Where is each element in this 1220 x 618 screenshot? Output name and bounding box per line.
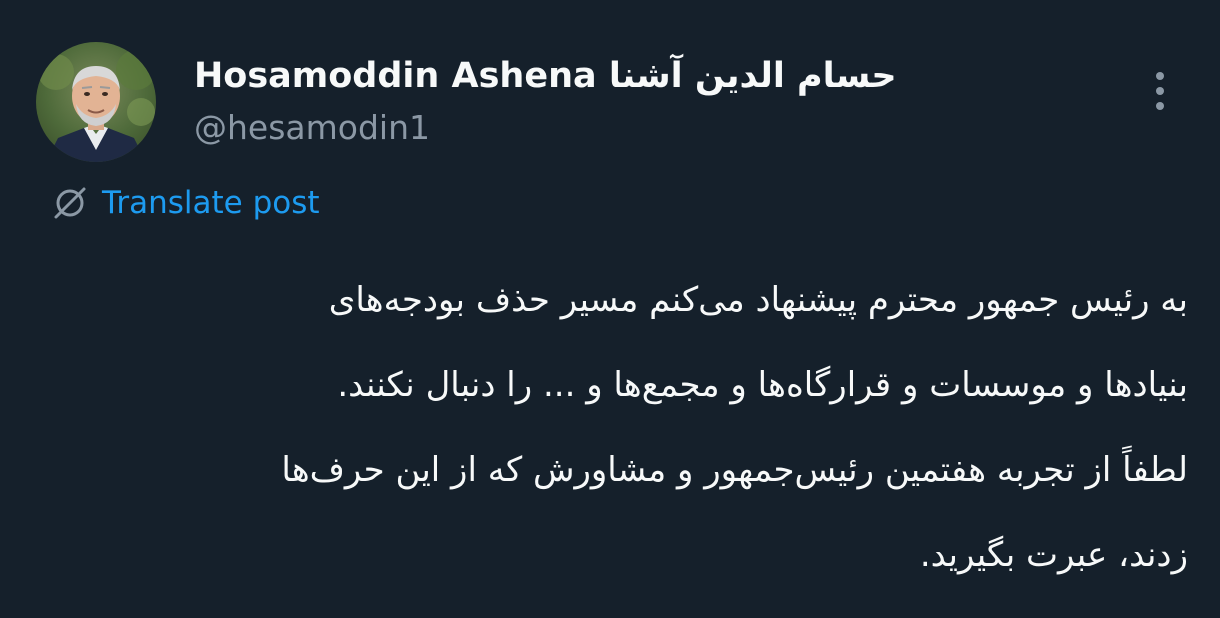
translate-post-link[interactable]: Translate post — [50, 180, 320, 226]
profile-photo — [36, 42, 156, 162]
author-display-name[interactable]: Hosamoddin Ashena حسام الدين آشنا — [194, 52, 897, 100]
more-options-button[interactable] — [1138, 66, 1182, 116]
more-vertical-icon — [1156, 72, 1164, 110]
post-text-line: به رئیس جمهور محترم پیشنهاد می‌کنم مسیر … — [328, 280, 1188, 320]
post-text-line: زدند، عبرت بگیرید. — [919, 535, 1188, 575]
post-text-line: لطفاً از تجربه هفتمین رئیس‌جمهور و مشاور… — [281, 450, 1188, 490]
post-container: Hosamoddin Ashena حسام الدين آشنا @hesam… — [0, 0, 1220, 618]
post-text-line: بنیادها و موسسات و قرارگاه‌ها و مجمع‌ها … — [337, 365, 1188, 405]
translate-post-label: Translate post — [102, 185, 320, 221]
post-text: به رئیس جمهور محترم پیشنهاد می‌کنم مسیر … — [88, 258, 1188, 598]
avatar[interactable] — [36, 42, 156, 162]
author-handle[interactable]: @hesamodin1 — [194, 106, 430, 150]
translate-icon — [50, 183, 90, 223]
